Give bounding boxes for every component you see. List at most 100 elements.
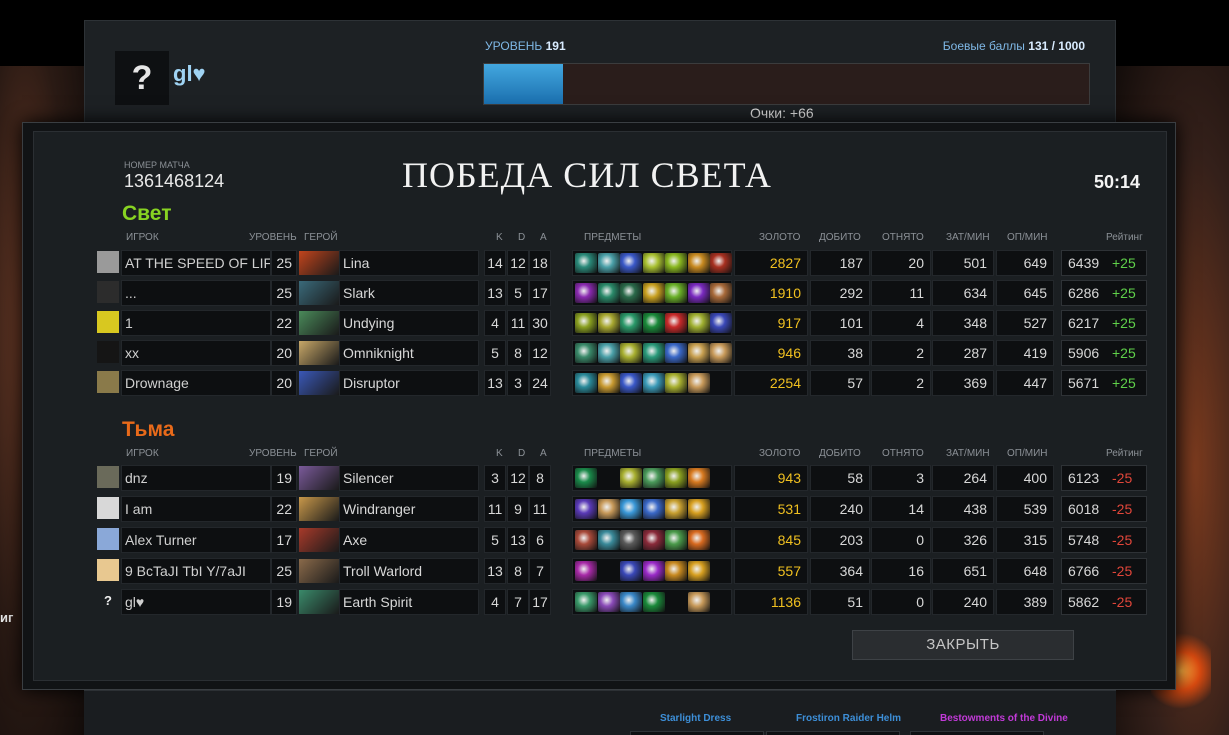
player-row[interactable]: ... 25 Slark 13 5 17 1910 292 11 634 645 6286 +25 bbox=[34, 280, 1168, 306]
item-slot[interactable] bbox=[620, 343, 642, 363]
hero-portrait[interactable] bbox=[299, 559, 339, 583]
player-avatar[interactable] bbox=[97, 466, 119, 488]
item-slot[interactable] bbox=[620, 592, 642, 612]
item-slot[interactable] bbox=[665, 499, 687, 519]
item-slot[interactable] bbox=[687, 343, 710, 363]
player-name[interactable]: dnz bbox=[121, 465, 271, 491]
item-slot[interactable] bbox=[642, 561, 665, 581]
player-row[interactable]: Alex Turner 17 Axe 5 13 6 845 203 0 326 315 5748 -25 bbox=[34, 527, 1168, 553]
item-slot[interactable] bbox=[687, 283, 710, 303]
player-avatar[interactable] bbox=[97, 559, 119, 581]
item-slot[interactable] bbox=[687, 313, 710, 333]
item-slot[interactable] bbox=[687, 530, 710, 550]
hero-portrait[interactable] bbox=[299, 281, 339, 305]
item-slot[interactable] bbox=[575, 499, 597, 519]
player-row[interactable]: xx 20 Omniknight 5 8 12 946 38 2 287 419 5906 +25 bbox=[34, 340, 1168, 366]
hero-portrait[interactable] bbox=[299, 251, 339, 275]
item-slot[interactable] bbox=[687, 592, 710, 612]
player-avatar[interactable] bbox=[97, 341, 119, 363]
close-button[interactable]: ЗАКРЫТЬ bbox=[852, 630, 1074, 660]
hero-portrait[interactable] bbox=[299, 371, 339, 395]
item-slot[interactable] bbox=[665, 373, 687, 393]
item-slot[interactable] bbox=[597, 499, 620, 519]
item-slot[interactable] bbox=[597, 592, 620, 612]
item-slot[interactable] bbox=[620, 253, 642, 273]
item-slot[interactable] bbox=[575, 530, 597, 550]
player-name[interactable]: ... bbox=[121, 280, 271, 306]
item-slot[interactable] bbox=[687, 468, 710, 488]
player-name[interactable]: AT THE SPEED OF LIFE bbox=[121, 250, 271, 276]
item-slot[interactable] bbox=[710, 343, 732, 363]
item-slot[interactable] bbox=[597, 530, 620, 550]
item-slot[interactable] bbox=[620, 373, 642, 393]
player-row[interactable]: I am 22 Windranger 11 9 11 531 240 14 438 539 6018-… bbox=[34, 496, 1168, 522]
item-slot[interactable] bbox=[575, 561, 597, 581]
player-name[interactable]: xx bbox=[121, 340, 271, 366]
item-slot[interactable] bbox=[597, 373, 620, 393]
item-slot[interactable] bbox=[687, 373, 710, 393]
player-avatar[interactable] bbox=[97, 371, 119, 393]
item-slot[interactable] bbox=[710, 468, 732, 488]
player-name[interactable]: 1 bbox=[121, 310, 271, 336]
hero-portrait[interactable] bbox=[299, 341, 339, 365]
item-slot[interactable] bbox=[665, 592, 687, 612]
item-slot[interactable] bbox=[642, 530, 665, 550]
player-name[interactable]: 9 BcTaJI TbI Y/7aJI bbox=[121, 558, 271, 584]
item-slot[interactable] bbox=[642, 343, 665, 363]
hero-portrait[interactable] bbox=[299, 311, 339, 335]
item-slot[interactable] bbox=[597, 343, 620, 363]
item-slot[interactable] bbox=[665, 253, 687, 273]
player-row[interactable]: 1 22 Undying 4 11 30 917 101 4 348 527 6217 +25 bbox=[34, 310, 1168, 336]
player-row[interactable]: Drownage 20 Disruptor 13 3 24 2254 57 2 369 447 567… bbox=[34, 370, 1168, 396]
item-slot[interactable] bbox=[620, 499, 642, 519]
item-slot[interactable] bbox=[710, 283, 732, 303]
player-row[interactable]: 9 BcTaJI TbI Y/7aJI 25 Troll Warlord 13 8 7 55… bbox=[34, 558, 1168, 584]
item-slot[interactable] bbox=[620, 530, 642, 550]
item-slot[interactable] bbox=[597, 313, 620, 333]
item-drop-name[interactable]: Frostiron Raider Helm bbox=[796, 713, 901, 724]
player-avatar[interactable] bbox=[97, 251, 119, 273]
item-slot[interactable] bbox=[598, 561, 620, 581]
item-slot[interactable] bbox=[710, 313, 732, 333]
item-slot[interactable] bbox=[620, 468, 642, 488]
item-slot[interactable] bbox=[575, 468, 597, 488]
item-slot[interactable] bbox=[598, 468, 620, 488]
item-slot[interactable] bbox=[710, 253, 732, 273]
player-avatar[interactable]: ? bbox=[97, 590, 119, 612]
player-name[interactable]: Drownage bbox=[121, 370, 271, 396]
hero-portrait[interactable] bbox=[299, 590, 339, 614]
player-row[interactable]: ? gl♥ 19 Earth Spirit 4 7 17 1136 51 0 240 389 5862-… bbox=[34, 589, 1168, 615]
item-slot[interactable] bbox=[665, 283, 687, 303]
hero-portrait[interactable] bbox=[299, 528, 339, 552]
item-slot[interactable] bbox=[575, 253, 597, 273]
item-slot[interactable] bbox=[620, 313, 642, 333]
item-slot[interactable] bbox=[642, 373, 665, 393]
item-slot[interactable] bbox=[665, 468, 687, 488]
player-row[interactable]: AT THE SPEED OF LIFE 25 Lina 14 12 18 2827 187 2… bbox=[34, 250, 1168, 276]
hero-portrait[interactable] bbox=[299, 497, 339, 521]
item-slot[interactable] bbox=[575, 373, 597, 393]
item-slot[interactable] bbox=[665, 313, 687, 333]
item-slot[interactable] bbox=[665, 343, 687, 363]
item-slot[interactable] bbox=[642, 499, 665, 519]
player-avatar[interactable] bbox=[97, 311, 119, 333]
item-slot[interactable] bbox=[687, 499, 710, 519]
item-slot[interactable] bbox=[597, 283, 620, 303]
player-name[interactable]: I am bbox=[121, 496, 271, 522]
item-slot[interactable] bbox=[710, 530, 732, 550]
player-row[interactable]: dnz 19 Silencer 3 12 8 943 58 3 264 400 6123 -25 bbox=[34, 465, 1168, 491]
item-slot[interactable] bbox=[710, 499, 732, 519]
item-slot[interactable] bbox=[710, 592, 732, 612]
item-slot[interactable] bbox=[687, 561, 710, 581]
item-slot[interactable] bbox=[642, 313, 665, 333]
item-slot[interactable] bbox=[575, 343, 597, 363]
player-name[interactable]: Alex Turner bbox=[121, 527, 271, 553]
hero-portrait[interactable] bbox=[299, 466, 339, 490]
item-slot[interactable] bbox=[642, 592, 665, 612]
item-slot[interactable] bbox=[710, 561, 732, 581]
item-slot[interactable] bbox=[575, 283, 597, 303]
item-slot[interactable] bbox=[710, 373, 732, 393]
item-slot[interactable] bbox=[665, 561, 687, 581]
item-slot[interactable] bbox=[620, 561, 642, 581]
item-slot[interactable] bbox=[597, 253, 620, 273]
